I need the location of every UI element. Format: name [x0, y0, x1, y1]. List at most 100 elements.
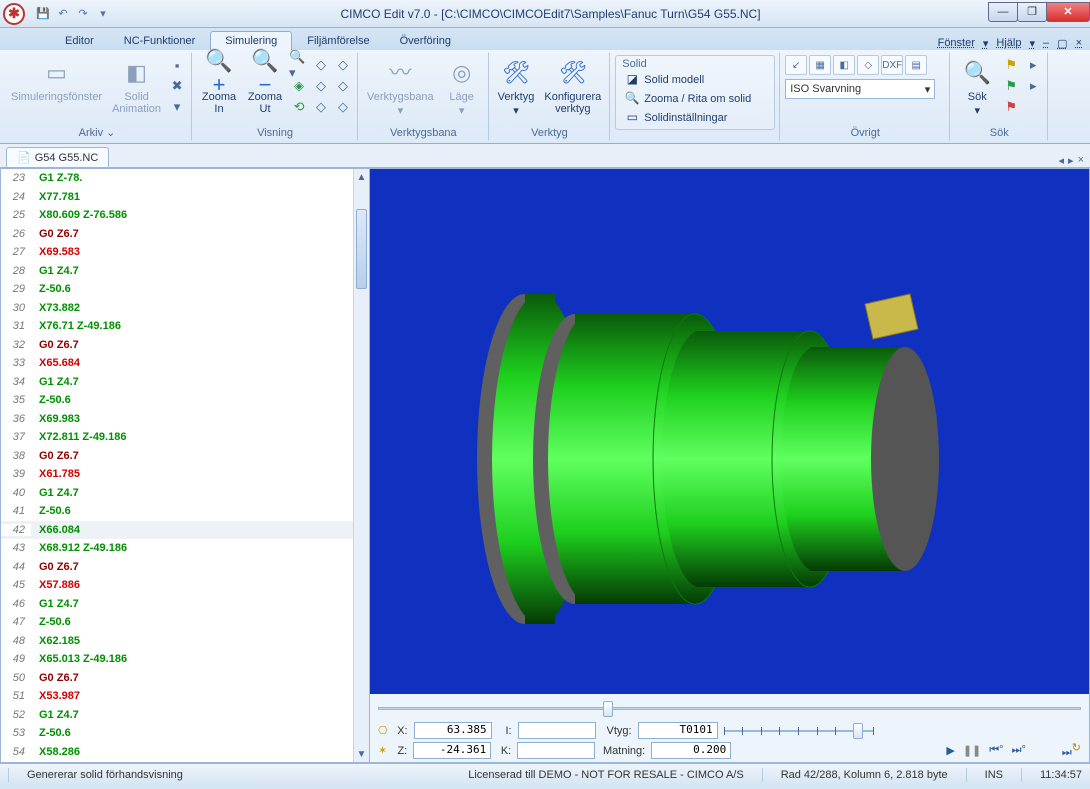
- lage-button[interactable]: ◎Läge▾: [440, 55, 484, 119]
- code-line[interactable]: 40G1 Z4.7: [1, 484, 353, 503]
- minimize-button[interactable]: —: [988, 2, 1018, 22]
- code-line[interactable]: 26G0 Z6.7: [1, 225, 353, 244]
- mdi-minimize-icon[interactable]: –: [1043, 37, 1049, 50]
- tab-prev-icon[interactable]: ◂: [1059, 154, 1065, 167]
- tab-overforing[interactable]: Överföring: [385, 31, 466, 50]
- hjalp-menu[interactable]: Hjälp: [996, 37, 1021, 50]
- skip-end-button[interactable]: ⏭↻: [1062, 741, 1081, 760]
- zoom-in-button[interactable]: 🔍+Zooma In: [197, 55, 241, 117]
- code-line[interactable]: 34G1 Z4.7: [1, 373, 353, 392]
- document-tab[interactable]: 📄G54 G55.NC: [6, 147, 109, 167]
- simuleringsfonster-button[interactable]: ▭ Simuleringsfönster: [7, 55, 106, 105]
- code-line[interactable]: 54X58.286: [1, 743, 353, 762]
- zoom-fit-icon[interactable]: 🔍▾: [289, 55, 309, 75]
- view-rotate-icon[interactable]: ⟲: [289, 97, 309, 117]
- save-icon[interactable]: 💾: [34, 5, 52, 23]
- verktyg-button[interactable]: 🛠Verktyg▾: [494, 55, 539, 119]
- step-back-button[interactable]: ⏮°: [989, 744, 1003, 757]
- code-line[interactable]: 50G0 Z6.7: [1, 669, 353, 688]
- code-line[interactable]: 28G1 Z4.7: [1, 262, 353, 281]
- code-line[interactable]: 45X57.886: [1, 576, 353, 595]
- tab-next-icon[interactable]: ▸: [1068, 154, 1074, 167]
- code-line[interactable]: 38G0 Z6.7: [1, 447, 353, 466]
- arkiv-mini-3[interactable]: ▾: [167, 97, 187, 117]
- sok-button[interactable]: 🔍Sök▾: [955, 55, 999, 119]
- fenster-menu[interactable]: Fönster: [938, 37, 975, 50]
- code-line[interactable]: 46G1 Z4.7: [1, 595, 353, 614]
- tab-close-icon[interactable]: ×: [1078, 154, 1084, 167]
- code-line[interactable]: 51X53.987: [1, 687, 353, 706]
- ovrigt-btn-dxf[interactable]: DXF: [881, 55, 903, 75]
- pause-button[interactable]: ❚❚: [963, 744, 981, 757]
- code-line[interactable]: 49X65.013 Z-49.186: [1, 650, 353, 669]
- sok-mini-5[interactable]: ▸: [1023, 76, 1043, 96]
- ovrigt-btn-4[interactable]: ◇: [857, 55, 879, 75]
- code-line[interactable]: 47Z-50.6: [1, 613, 353, 632]
- code-line[interactable]: 44G0 Z6.7: [1, 558, 353, 577]
- chevron-down-icon[interactable]: ▾: [1030, 37, 1036, 50]
- sok-mini-1[interactable]: ⚑: [1001, 55, 1021, 75]
- code-line[interactable]: 32G0 Z6.7: [1, 336, 353, 355]
- chevron-down-icon[interactable]: ▾: [983, 37, 989, 50]
- view-iso2-icon[interactable]: ◇: [333, 76, 353, 96]
- code-line[interactable]: 27X69.583: [1, 243, 353, 262]
- tab-filjamforelse[interactable]: Filjämförelse: [292, 31, 384, 50]
- view-iso1-icon[interactable]: ◇: [333, 55, 353, 75]
- code-line[interactable]: 42X66.084: [1, 521, 353, 540]
- solid-modell-button[interactable]: ◪Solid modell: [620, 71, 770, 89]
- code-editor[interactable]: 23G1 Z-78.24X77.78125X80.609 Z-76.58626G…: [0, 168, 370, 763]
- redo-icon[interactable]: ↷: [74, 5, 92, 23]
- play-button[interactable]: ▶: [946, 744, 954, 757]
- view-top-icon[interactable]: ◇: [311, 55, 331, 75]
- code-line[interactable]: 37X72.811 Z-49.186: [1, 428, 353, 447]
- code-line[interactable]: 53Z-50.6: [1, 724, 353, 743]
- close-button[interactable]: ✕: [1046, 2, 1090, 22]
- solidinstallningar-button[interactable]: ▭Solidinställningar: [620, 109, 770, 127]
- progress-slider[interactable]: [378, 700, 1081, 716]
- code-line[interactable]: 23G1 Z-78.: [1, 169, 353, 188]
- code-line[interactable]: 30X73.882: [1, 299, 353, 318]
- view-front-icon[interactable]: ◇: [311, 76, 331, 96]
- tab-nc-funktioner[interactable]: NC-Funktioner: [109, 31, 211, 50]
- code-line[interactable]: 39X61.785: [1, 465, 353, 484]
- mdi-close-icon[interactable]: ×: [1076, 37, 1082, 50]
- qat-more-icon[interactable]: ▾: [94, 5, 112, 23]
- code-line[interactable]: 33X65.684: [1, 354, 353, 373]
- zoom-out-button[interactable]: 🔍−Zooma Ut: [243, 55, 287, 117]
- code-line[interactable]: 52G1 Z4.7: [1, 706, 353, 725]
- ovrigt-btn-1[interactable]: ↙: [785, 55, 807, 75]
- code-line[interactable]: 24X77.781: [1, 188, 353, 207]
- scroll-up-icon[interactable]: ▲: [354, 169, 369, 185]
- ovrigt-btn-6[interactable]: ▤: [905, 55, 927, 75]
- konfigurera-verktyg-button[interactable]: 🛠Konfigurera verktyg: [540, 55, 605, 117]
- scroll-thumb[interactable]: [356, 209, 367, 289]
- code-line[interactable]: 25X80.609 Z-76.586: [1, 206, 353, 225]
- sok-mini-2[interactable]: ⚑: [1001, 76, 1021, 96]
- view-side-icon[interactable]: ◇: [311, 97, 331, 117]
- step-fwd-button[interactable]: ⏭°: [1012, 744, 1026, 757]
- code-line[interactable]: 36X69.983: [1, 410, 353, 429]
- ovrigt-btn-3[interactable]: ◧: [833, 55, 855, 75]
- iso-svarvning-combo[interactable]: ISO Svarvning▾: [785, 79, 935, 99]
- sok-mini-4[interactable]: ▸: [1023, 55, 1043, 75]
- verktygsbana-button[interactable]: 〰Verktygsbana▾: [363, 55, 438, 119]
- code-line[interactable]: 41Z-50.6: [1, 502, 353, 521]
- mdi-restore-icon[interactable]: ▢: [1057, 37, 1067, 50]
- zooma-rita-om-button[interactable]: 🔍Zooma / Rita om solid: [620, 90, 770, 108]
- app-logo[interactable]: ✱: [0, 0, 28, 28]
- sok-mini-3[interactable]: ⚑: [1001, 97, 1021, 117]
- maximize-button[interactable]: ❐: [1017, 2, 1047, 22]
- code-line[interactable]: 48X62.185: [1, 632, 353, 651]
- feed-slider[interactable]: [724, 723, 874, 739]
- view-iso3-icon[interactable]: ◇: [333, 97, 353, 117]
- simulation-canvas[interactable]: [370, 169, 1089, 694]
- code-line[interactable]: 31X76.71 Z-49.186: [1, 317, 353, 336]
- scroll-down-icon[interactable]: ▼: [354, 746, 369, 762]
- undo-icon[interactable]: ↶: [54, 5, 72, 23]
- solid-animation-button[interactable]: ◧ Solid Animation: [108, 55, 165, 117]
- arkiv-mini-1[interactable]: ▪: [167, 55, 187, 75]
- tab-editor[interactable]: Editor: [50, 31, 109, 50]
- arkiv-mini-2[interactable]: ✖: [167, 76, 187, 96]
- code-line[interactable]: 43X68.912 Z-49.186: [1, 539, 353, 558]
- code-line[interactable]: 35Z-50.6: [1, 391, 353, 410]
